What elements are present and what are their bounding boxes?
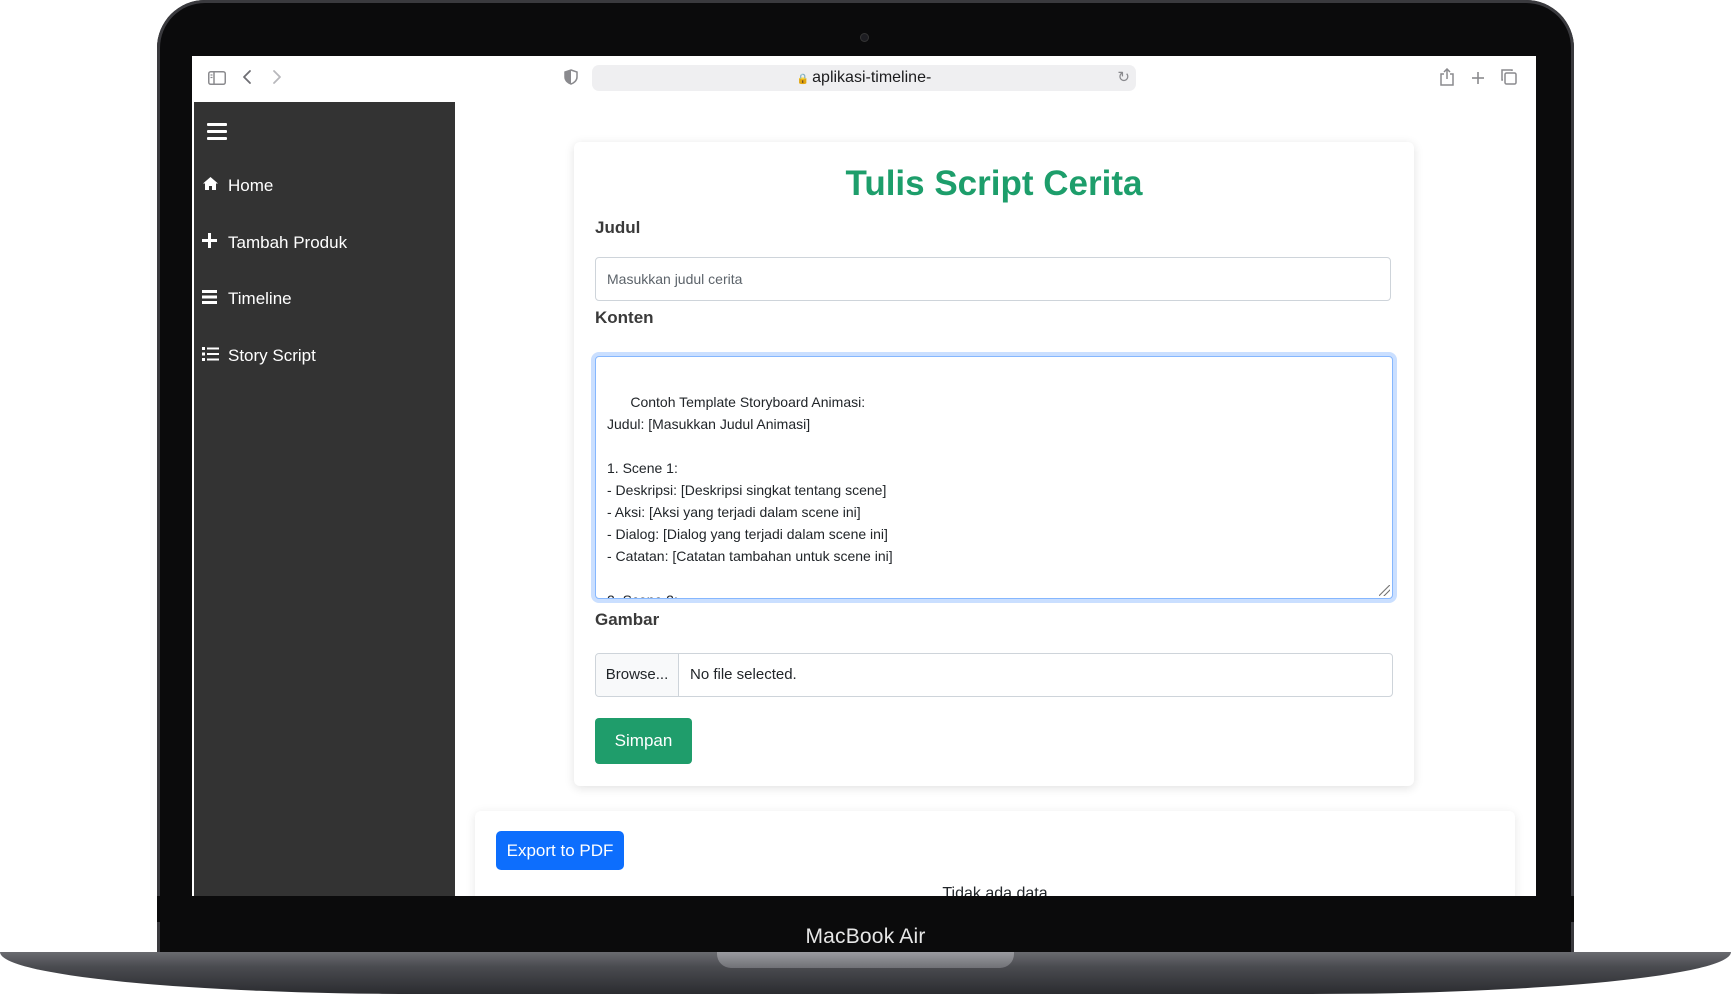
url-text: aplikasi-timeline- [812,69,932,86]
home-icon [202,172,228,202]
list-icon [202,342,228,372]
new-tab-icon[interactable] [1467,68,1489,90]
camera-icon [860,33,869,42]
sidebar: Home Tambah Produk Timeline Story Script [194,102,455,896]
konten-text: Contoh Template Storyboard Animasi: Judu… [607,394,893,598]
forward-icon[interactable] [266,68,288,90]
back-icon[interactable] [236,68,258,90]
browser-window: 🔒 aplikasi-timeline- ↻ Home Tambah Produk [192,56,1536,896]
export-card: Export to PDF Tidak ada data [475,811,1515,896]
browse-button[interactable]: Browse... [596,654,679,696]
reload-icon[interactable]: ↻ [1117,68,1130,86]
tabs-overview-icon[interactable] [1498,68,1520,90]
save-button[interactable]: Simpan [595,718,692,764]
sidebar-item-label: Story Script [228,346,316,365]
device-model-label: MacBook Air [805,925,926,948]
address-bar[interactable]: 🔒 aplikasi-timeline- ↻ [592,65,1136,91]
sidebar-item-home[interactable]: Home [202,171,442,201]
story-script-form-card: Tulis Script Cerita Judul Konten Contoh … [574,142,1414,786]
share-icon[interactable] [1436,67,1458,90]
konten-textarea[interactable]: Contoh Template Storyboard Animasi: Judu… [595,356,1393,599]
export-pdf-button[interactable]: Export to PDF [496,831,624,870]
sidebar-item-label: Home [228,176,274,195]
gambar-file-input[interactable]: Browse... No file selected. [595,653,1393,697]
sidebar-item-story-script[interactable]: Story Script [202,341,442,371]
resize-handle-icon[interactable] [1379,585,1390,596]
judul-label: Judul [595,218,641,237]
file-status: No file selected. [690,666,797,683]
sidebar-item-timeline[interactable]: Timeline [202,284,442,314]
gambar-label: Gambar [595,610,660,629]
menu-toggle-icon[interactable] [207,122,229,140]
laptop-hinge-notch [717,952,1014,968]
laptop-bezel [157,896,1574,922]
konten-label: Konten [595,308,654,327]
sidebar-toggle-icon[interactable] [206,68,228,90]
privacy-shield-icon[interactable] [560,68,582,90]
browser-toolbar: 🔒 aplikasi-timeline- ↻ [192,56,1536,101]
page-title: Tulis Script Cerita [845,164,1143,203]
sidebar-item-label: Timeline [228,289,292,308]
sidebar-item-label: Tambah Produk [228,233,348,252]
judul-input[interactable] [595,257,1391,301]
empty-state-text: Tidak ada data [942,885,1048,896]
timeline-icon [202,285,228,315]
lock-icon: 🔒 [796,74,810,85]
sidebar-item-tambah-produk[interactable]: Tambah Produk [202,228,442,258]
plus-icon [202,229,228,259]
